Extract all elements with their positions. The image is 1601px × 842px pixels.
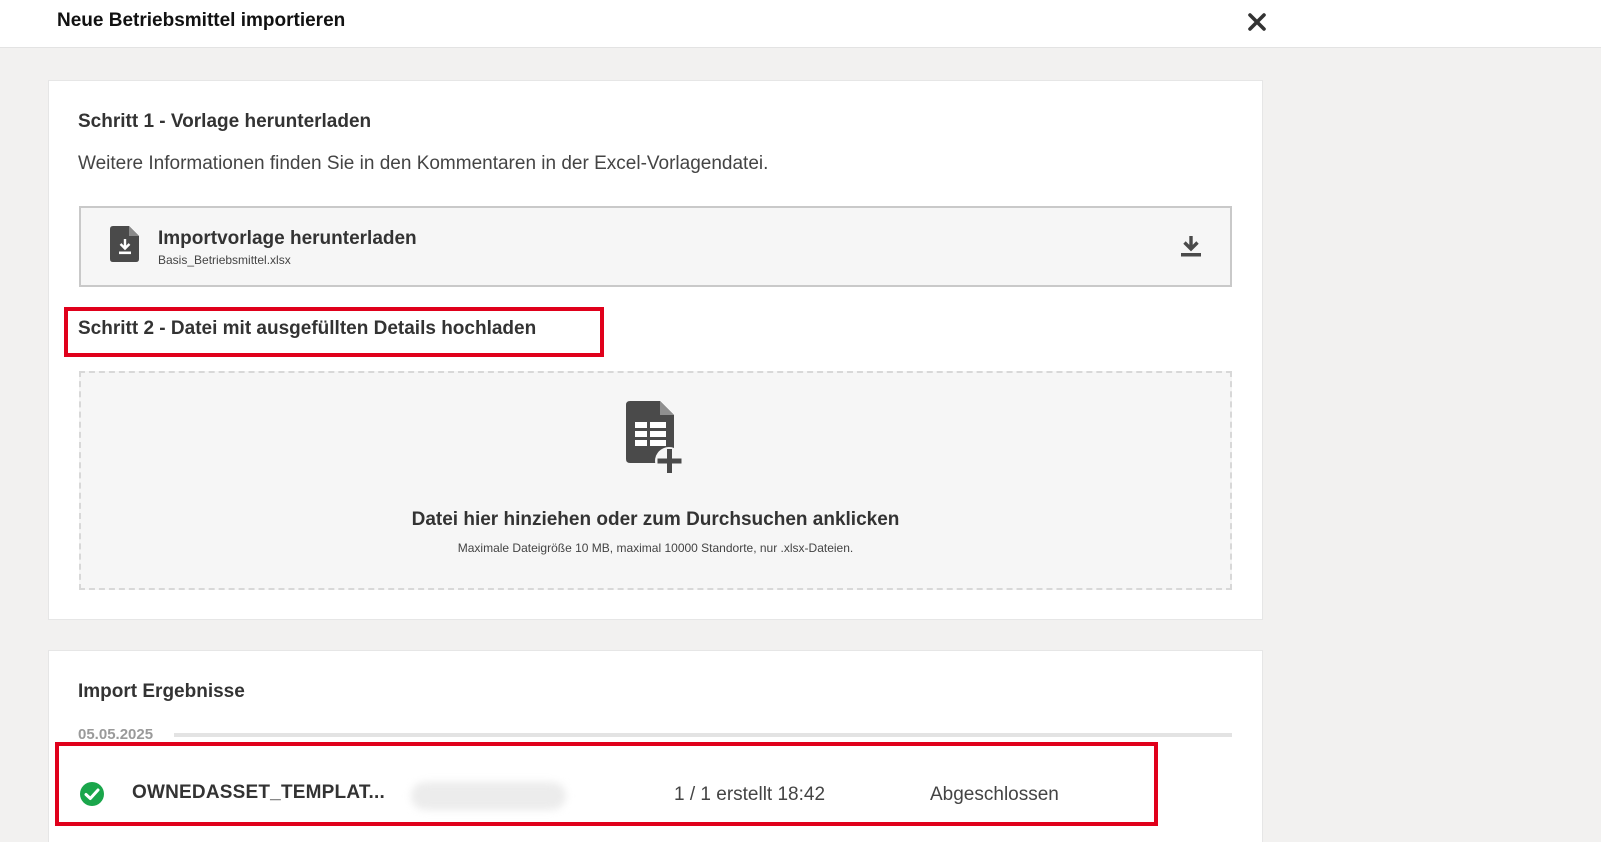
download-template-button[interactable]: Importvorlage herunterladen Basis_Betrie…	[79, 206, 1232, 287]
results-heading: Import Ergebnisse	[78, 681, 245, 702]
spreadsheet-add-icon	[626, 401, 683, 475]
highlight-step2	[64, 307, 604, 357]
download-filename: Basis_Betriebsmittel.xlsx	[158, 253, 291, 267]
dropzone-instruction: Datei hier hinziehen oder zum Durchsuche…	[411, 509, 900, 530]
file-download-icon	[110, 226, 139, 262]
step1-heading: Schritt 1 - Vorlage herunterladen	[78, 111, 372, 132]
date-divider	[174, 733, 1232, 737]
dropzone-limits: Maximale Dateigröße 10 MB, maximal 10000…	[457, 541, 854, 555]
result-date: 05.05.2025	[78, 726, 154, 743]
highlight-result-row	[55, 742, 1158, 826]
dialog-header: Neue Betriebsmittel importieren	[0, 0, 1601, 48]
dialog-title: Neue Betriebsmittel importieren	[57, 10, 346, 31]
download-icon	[1181, 236, 1201, 257]
download-title: Importvorlage herunterladen	[158, 228, 417, 249]
close-icon	[1248, 13, 1266, 31]
file-dropzone[interactable]: Datei hier hinziehen oder zum Durchsuche…	[79, 371, 1232, 590]
step1-info-text: Weitere Informationen finden Sie in den …	[78, 153, 769, 174]
close-button[interactable]	[1244, 9, 1270, 35]
